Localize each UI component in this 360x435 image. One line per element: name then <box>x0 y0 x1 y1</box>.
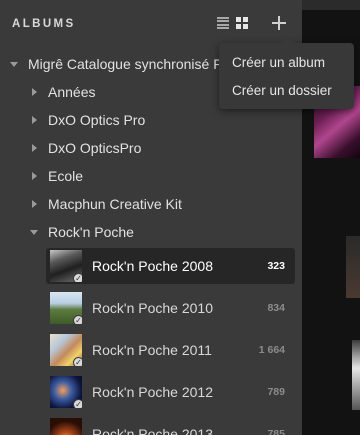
folder-label: Années <box>48 84 96 100</box>
album-item-2011[interactable]: ✓ Rock'n Poche 2011 1 664 <box>46 332 295 368</box>
album-item-2010[interactable]: ✓ Rock'n Poche 2010 834 <box>46 290 295 326</box>
chevron-right-icon[interactable] <box>32 116 37 124</box>
panel-title: ALBUMS <box>12 18 76 30</box>
tree-root-label: Migrê Catalogue synchronisé Fr <box>28 56 227 72</box>
album-thumbnail: ✓ <box>50 250 82 282</box>
album-name: Rock'n Poche 2012 <box>92 384 213 400</box>
album-count: 834 <box>267 302 285 314</box>
album-name: Rock'n Poche 2013 <box>92 426 213 435</box>
menu-item-create-folder[interactable]: Créer un dossier <box>232 83 332 98</box>
list-view-icon[interactable] <box>217 17 229 29</box>
grid-view-icon[interactable] <box>236 17 248 29</box>
folder-dxo-opticspro[interactable]: DxO OpticsPro <box>0 134 302 162</box>
folder-dxo-optics-pro[interactable]: DxO Optics Pro <box>0 106 302 134</box>
folder-rocknpoche[interactable]: Rock'n Poche <box>0 218 302 246</box>
folder-label: Rock'n Poche <box>48 224 134 240</box>
album-thumbnail: ✓ <box>50 292 82 324</box>
folder-label: DxO OpticsPro <box>48 140 142 156</box>
chevron-right-icon[interactable] <box>32 144 37 152</box>
grid-top-band <box>302 0 360 10</box>
folder-label: DxO Optics Pro <box>48 112 146 128</box>
check-badge-icon: ✓ <box>73 273 82 282</box>
menu-item-create-album[interactable]: Créer un album <box>232 55 325 70</box>
album-count: 789 <box>267 386 285 398</box>
album-count: 785 <box>267 428 285 435</box>
photo-thumbnail[interactable] <box>346 236 360 298</box>
album-count: 1 664 <box>258 344 285 356</box>
chevron-down-icon[interactable] <box>30 230 38 235</box>
add-icon[interactable] <box>272 16 286 30</box>
folder-label: Macphun Creative Kit <box>48 196 182 212</box>
chevron-right-icon[interactable] <box>32 172 37 180</box>
check-badge-icon: ✓ <box>73 315 82 324</box>
folder-ecole[interactable]: Ecole <box>0 162 302 190</box>
album-item-2008[interactable]: ✓ Rock'n Poche 2008 323 <box>46 248 295 284</box>
album-name: Rock'n Poche 2008 <box>92 258 213 274</box>
chevron-right-icon[interactable] <box>32 88 37 96</box>
album-thumbnail: ✓ <box>50 334 82 366</box>
album-count: 323 <box>267 260 285 272</box>
photo-thumbnail[interactable] <box>352 340 360 410</box>
check-badge-icon: ✓ <box>73 357 82 366</box>
album-name: Rock'n Poche 2011 <box>92 342 212 358</box>
chevron-down-icon[interactable] <box>10 62 18 67</box>
album-thumbnail: ✓ <box>50 376 82 408</box>
check-badge-icon: ✓ <box>73 399 82 408</box>
folder-label: Ecole <box>48 168 84 184</box>
chevron-right-icon[interactable] <box>32 200 37 208</box>
album-item-2013[interactable]: Rock'n Poche 2013 785 <box>46 416 295 435</box>
album-item-2012[interactable]: ✓ Rock'n Poche 2012 789 <box>46 374 295 410</box>
album-name: Rock'n Poche 2010 <box>92 300 213 316</box>
album-thumbnail <box>50 418 82 435</box>
folder-macphun[interactable]: Macphun Creative Kit <box>0 190 302 218</box>
add-menu-popover: Créer un album Créer un dossier <box>219 36 354 109</box>
